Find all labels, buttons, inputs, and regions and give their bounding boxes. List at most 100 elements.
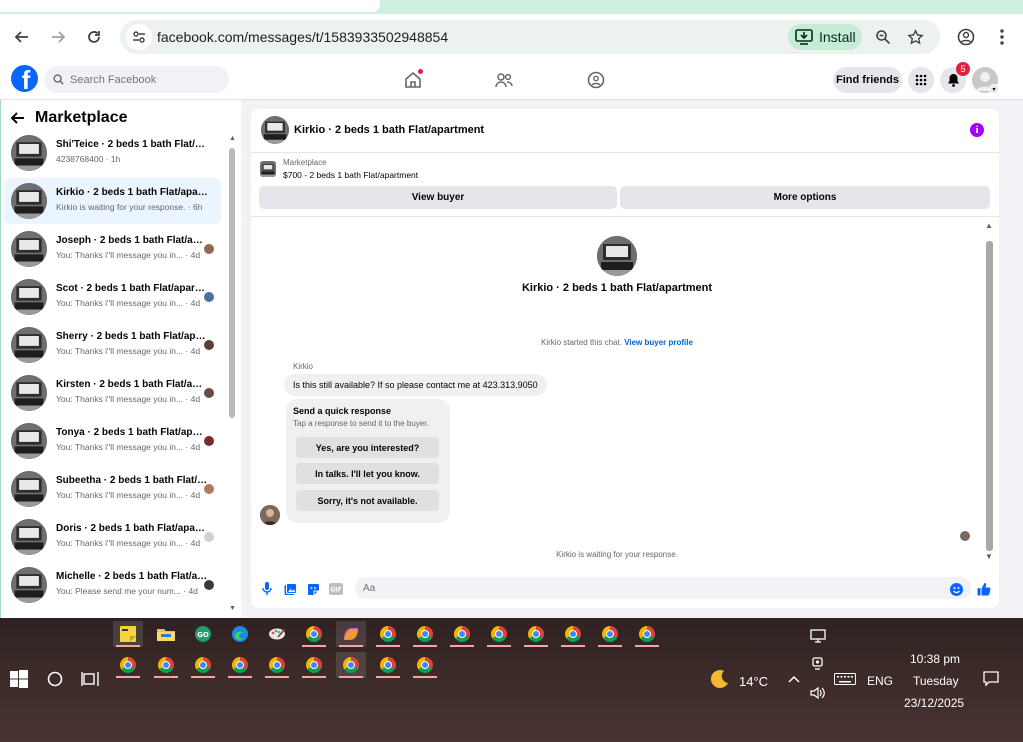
- conversation-item[interactable]: Tonya · 2 beds 1 bath Flat/apartment You…: [4, 418, 221, 464]
- chrome-window-icon[interactable]: [410, 621, 440, 647]
- facebook-search[interactable]: [44, 66, 229, 93]
- microphone-icon[interactable]: [260, 582, 274, 596]
- view-buyer-profile-link[interactable]: View buyer profile: [624, 338, 693, 347]
- back-arrow-icon[interactable]: [11, 112, 25, 124]
- bookmark-star-icon[interactable]: [903, 25, 927, 49]
- conversation-item[interactable]: Doris · 2 beds 1 bath Flat/apartment You…: [4, 514, 221, 560]
- conversation-item-active[interactable]: Kirkio · 2 beds 1 bath Flat/apartment Ki…: [4, 178, 221, 224]
- clock-date[interactable]: 23/12/2025: [904, 696, 964, 710]
- chat-header-name[interactable]: Kirkio · 2 beds 1 bath Flat/apartment: [294, 124, 484, 136]
- find-friends-button[interactable]: Find friends: [833, 67, 902, 93]
- emoji-icon[interactable]: [949, 582, 963, 596]
- zoom-icon[interactable]: [871, 25, 895, 49]
- copilot-icon[interactable]: [336, 621, 366, 647]
- forward-icon[interactable]: [43, 22, 73, 52]
- sidebar-scrollbar[interactable]: [229, 148, 235, 418]
- language-indicator[interactable]: ENG: [867, 674, 893, 688]
- chrome-window-icon[interactable]: [595, 621, 625, 647]
- groups-icon[interactable]: [583, 68, 609, 92]
- chrome-window-icon[interactable]: [373, 652, 403, 678]
- search-circle-icon[interactable]: [40, 666, 70, 692]
- thread-scroll-up-icon[interactable]: ▲: [985, 221, 993, 230]
- thread-avatar[interactable]: [597, 236, 637, 276]
- like-thumb-icon[interactable]: [977, 582, 991, 596]
- keyboard-icon[interactable]: [830, 666, 860, 692]
- thread-scroll-down-icon[interactable]: ▼: [985, 552, 993, 561]
- chrome-window-icon-active[interactable]: [336, 652, 366, 678]
- chrome-window-icon[interactable]: [225, 652, 255, 678]
- sticky-notes-icon[interactable]: [113, 621, 143, 647]
- home-icon[interactable]: [400, 68, 426, 92]
- chat-header-avatar[interactable]: [261, 116, 289, 144]
- conversation-preview: You: Please send me your num... · 4d: [56, 586, 198, 596]
- photo-icon[interactable]: [283, 582, 297, 596]
- sender-avatar[interactable]: [260, 505, 280, 525]
- conversation-item[interactable]: Michelle · 2 beds 1 bath Flat/apartment …: [4, 562, 221, 608]
- network-icon[interactable]: [803, 623, 833, 649]
- gif-icon[interactable]: GIF: [329, 582, 343, 596]
- chrome-window-icon[interactable]: [151, 652, 181, 678]
- camera-privacy-icon[interactable]: [803, 650, 833, 676]
- chrome-window-icon[interactable]: [521, 621, 551, 647]
- browser-menu-icon[interactable]: [987, 22, 1017, 52]
- view-buyer-button[interactable]: View buyer: [259, 186, 617, 209]
- listing-price[interactable]: $700 - 2 beds 1 bath Flat/apartment: [283, 170, 418, 180]
- quick-response-option[interactable]: Yes, are you interested?: [296, 437, 439, 458]
- facebook-logo-icon[interactable]: f: [11, 65, 38, 92]
- listing-thumbnail[interactable]: [260, 161, 276, 177]
- site-info-icon[interactable]: [126, 24, 152, 50]
- conversation-item[interactable]: Kirsten · 2 beds 1 bath Flat/apartment Y…: [4, 370, 221, 416]
- account-avatar[interactable]: ▾: [972, 67, 999, 94]
- chrome-window-icon[interactable]: [447, 621, 477, 647]
- clock-time[interactable]: 10:38 pm: [910, 652, 960, 666]
- chrome-window-icon[interactable]: [558, 621, 588, 647]
- edge-browser-icon[interactable]: [225, 621, 255, 647]
- scroll-down-arrow-icon[interactable]: ▼: [229, 605, 236, 612]
- conversation-item[interactable]: Scot · 2 beds 1 bath Flat/apartment You:…: [4, 274, 221, 320]
- more-options-button[interactable]: More options: [620, 186, 990, 209]
- menu-grid-icon[interactable]: [908, 67, 934, 93]
- sticker-icon[interactable]: [306, 582, 320, 596]
- address-bar[interactable]: facebook.com/messages/t/1583933502948854…: [120, 20, 940, 54]
- conversation-title: Doris · 2 beds 1 bath Flat/apartment: [56, 523, 208, 534]
- search-input[interactable]: [70, 73, 220, 86]
- conversation-item[interactable]: Shi'Teice · 2 beds 1 bath Flat/apartment…: [4, 130, 221, 176]
- friends-icon[interactable]: [491, 68, 517, 92]
- windows-start-icon[interactable]: [4, 666, 34, 692]
- paint-app-icon[interactable]: [262, 621, 292, 647]
- weather-temperature[interactable]: 14°C: [739, 674, 768, 689]
- file-explorer-icon[interactable]: [151, 621, 181, 647]
- chrome-window-icon[interactable]: [262, 652, 292, 678]
- info-icon[interactable]: i: [970, 123, 984, 137]
- chrome-window-icon[interactable]: [299, 621, 329, 647]
- weather-moon-icon[interactable]: [705, 666, 735, 692]
- conversation-item[interactable]: Joseph · 2 beds 1 bath Flat/apartment Yo…: [4, 226, 221, 272]
- message-input[interactable]: [355, 577, 971, 599]
- back-icon[interactable]: [7, 22, 37, 52]
- volume-icon[interactable]: [803, 680, 833, 706]
- quick-response-option[interactable]: In talks. I'll let you know.: [296, 463, 439, 484]
- chrome-window-icon[interactable]: [188, 652, 218, 678]
- quick-response-option[interactable]: Sorry, it's not available.: [296, 490, 439, 511]
- chrome-window-icon[interactable]: [113, 652, 143, 678]
- install-button[interactable]: Install: [788, 24, 862, 50]
- chrome-window-icon[interactable]: [299, 652, 329, 678]
- conversation-item[interactable]: Subeetha · 2 beds 1 bath Flat/apartment …: [4, 466, 221, 512]
- task-view-icon[interactable]: [75, 666, 105, 692]
- chrome-window-icon[interactable]: [373, 621, 403, 647]
- account-chevron-icon[interactable]: ▾: [989, 84, 999, 94]
- notification-center-icon[interactable]: [976, 666, 1006, 692]
- browser-active-tab[interactable]: [0, 0, 380, 12]
- scroll-up-arrow-icon[interactable]: ▲: [229, 135, 236, 142]
- url-text[interactable]: facebook.com/messages/t/1583933502948854: [157, 29, 448, 45]
- thread-scrollbar[interactable]: [986, 241, 993, 551]
- chrome-window-icon[interactable]: [410, 652, 440, 678]
- clock-day[interactable]: Tuesday: [913, 674, 959, 688]
- chrome-window-icon[interactable]: [484, 621, 514, 647]
- conversation-pane: Kirkio · 2 beds 1 bath Flat/apartment i …: [241, 100, 1023, 618]
- app-qq-icon[interactable]: GO: [188, 621, 218, 647]
- conversation-item[interactable]: Sherry · 2 beds 1 bath Flat/apartment Yo…: [4, 322, 221, 368]
- reload-icon[interactable]: [79, 22, 109, 52]
- profile-icon[interactable]: [951, 22, 981, 52]
- chrome-window-icon[interactable]: [632, 621, 662, 647]
